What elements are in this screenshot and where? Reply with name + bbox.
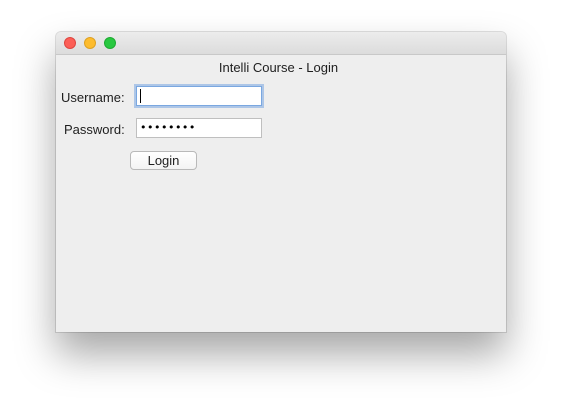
password-input[interactable]: •••••••• [136,118,262,138]
username-label: Username: [61,90,125,105]
login-form: Intelli Course - Login Username: Passwor… [56,55,506,332]
title-bar[interactable] [56,32,506,55]
text-caret [140,89,141,103]
login-window: Intelli Course - Login Username: Passwor… [56,32,506,332]
minimize-window-button[interactable] [84,37,96,49]
username-input[interactable] [136,86,262,106]
close-window-button[interactable] [64,37,76,49]
login-button[interactable]: Login [130,151,197,170]
maximize-window-button[interactable] [104,37,116,49]
password-label: Password: [64,122,125,137]
window-title: Intelli Course - Login [218,60,339,75]
